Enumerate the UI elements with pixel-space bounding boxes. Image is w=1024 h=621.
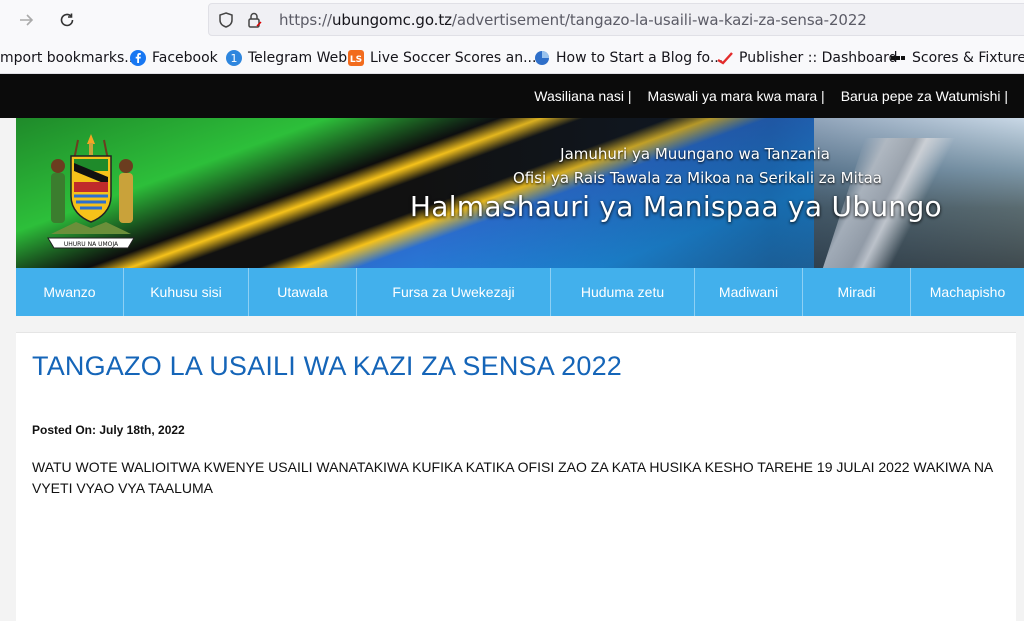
web-page: Wasiliana nasi | Maswali ya mara kwa mar… — [0, 74, 1024, 621]
header-banner: UHURU NA UMOJA Jamuhuri ya Muungano wa T… — [16, 118, 1024, 268]
telegram-icon: 1 — [226, 50, 242, 66]
menu-item-mwanzo[interactable]: Mwanzo — [16, 268, 124, 316]
menu-item-utawala[interactable]: Utawala — [249, 268, 357, 316]
post-date: Posted On: July 18th, 2022 — [32, 423, 185, 437]
browser-toolbar: https://ubungomc.go.tz/advertisement/tan… — [0, 0, 1024, 40]
publisher-icon — [717, 52, 733, 65]
url-text: https://ubungomc.go.tz/advertisement/tan… — [279, 11, 867, 29]
post-title: TANGAZO LA USAILI WA KAZI ZA SENSA 2022 — [32, 351, 623, 381]
banner-line-office: Ofisi ya Rais Tawala za Mikoa na Serikal… — [512, 169, 882, 187]
bookmark-publisher[interactable]: Publisher :: Dashboard — [717, 48, 898, 68]
coat-of-arms-logo: UHURU NA UMOJA — [47, 134, 135, 249]
bookmark-import[interactable]: mport bookmarks... — [0, 48, 138, 68]
menu-item-miradi[interactable]: Miradi — [803, 268, 911, 316]
bookmark-livescore[interactable]: LS Live Soccer Scores an... — [348, 48, 536, 68]
blog-icon — [535, 51, 549, 65]
lock-icon[interactable] — [245, 11, 263, 29]
scores-icon — [891, 56, 905, 60]
banner-title: Halmashauri ya Manispaa ya Ubungo — [409, 190, 942, 223]
top-bar: Wasiliana nasi | Maswali ya mara kwa mar… — [0, 74, 1024, 118]
menu-item-machapisho[interactable]: Machapisho — [911, 268, 1024, 316]
bookmark-facebook[interactable]: Facebook — [130, 48, 218, 68]
banner-line-republic: Jamuhuri ya Muungano wa Tanzania — [560, 145, 830, 163]
shield-icon[interactable] — [217, 11, 235, 29]
staff-email-link[interactable]: Barua pepe za Watumishi | — [841, 88, 1008, 104]
main-menu: Mwanzo Kuhusu sisi Utawala Fursa za Uwek… — [16, 268, 1024, 316]
post-content: TANGAZO LA USAILI WA KAZI ZA SENSA 2022 … — [16, 332, 1016, 621]
post-body: WATU WOTE WALIOITWA KWENYE USAILI WANATA… — [32, 459, 993, 496]
menu-item-kuhusu-sisi[interactable]: Kuhusu sisi — [124, 268, 249, 316]
bookmarks-bar: mport bookmarks... Facebook 1 Telegram W… — [0, 40, 1024, 74]
menu-item-madiwani[interactable]: Madiwani — [695, 268, 803, 316]
bookmark-scores[interactable]: Scores & Fixtures - — [890, 48, 1024, 68]
facebook-icon — [130, 50, 146, 66]
bookmark-blog[interactable]: How to Start a Blog fo... — [534, 48, 723, 68]
top-links: Wasiliana nasi | Maswali ya mara kwa mar… — [534, 74, 1008, 118]
contact-link[interactable]: Wasiliana nasi | — [534, 88, 631, 104]
menu-item-huduma-zetu[interactable]: Huduma zetu — [551, 268, 695, 316]
arrow-right-icon — [20, 14, 34, 26]
svg-text:LS: LS — [350, 55, 362, 65]
bookmark-telegram[interactable]: 1 Telegram Web — [226, 48, 347, 68]
reload-icon — [60, 13, 74, 27]
url-bar[interactable]: https://ubungomc.go.tz/advertisement/tan… — [208, 3, 1024, 36]
svg-text:1: 1 — [231, 52, 238, 65]
menu-item-fursa-za-uwekezaji[interactable]: Fursa za Uwekezaji — [357, 268, 551, 316]
svg-text:UHURU NA UMOJA: UHURU NA UMOJA — [64, 241, 119, 248]
livescore-icon: LS — [348, 50, 364, 66]
forward-button[interactable] — [12, 6, 40, 34]
faq-link[interactable]: Maswali ya mara kwa mara | — [648, 88, 825, 104]
reload-button[interactable] — [53, 6, 81, 34]
